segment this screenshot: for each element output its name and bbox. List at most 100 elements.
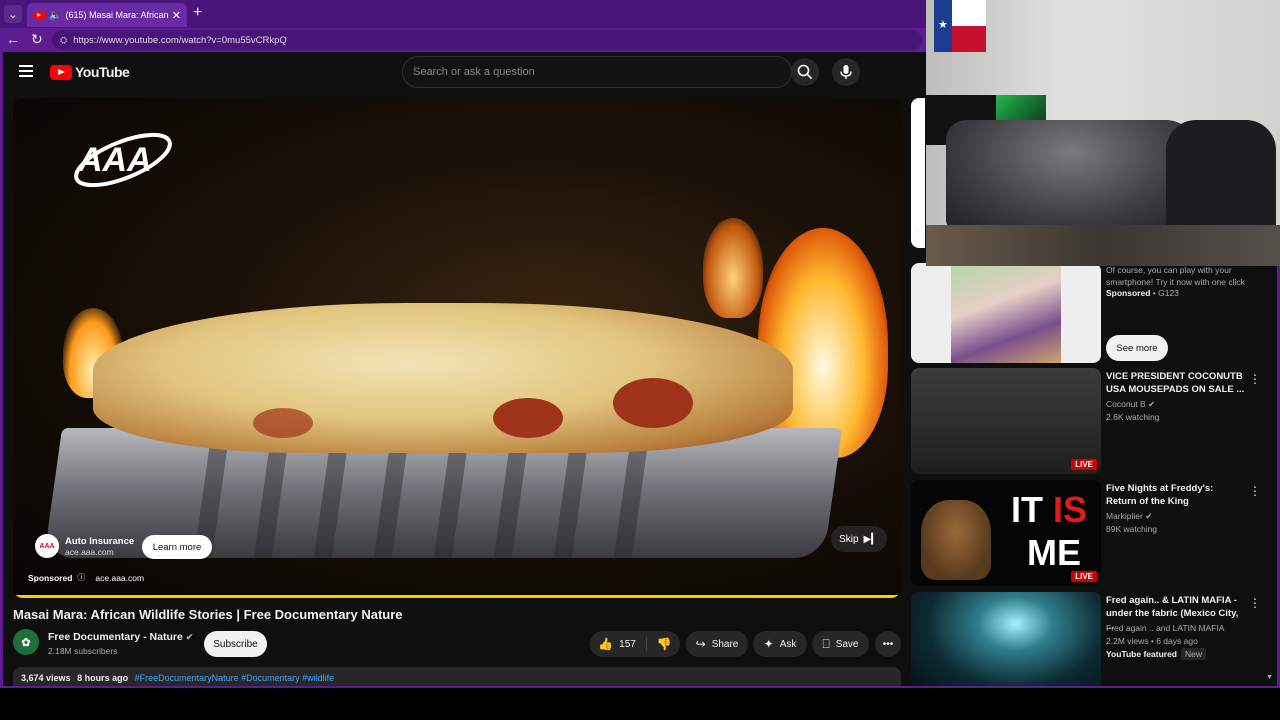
youtube-logo-text: YouTube <box>75 64 130 80</box>
ad-domain[interactable]: ace.aaa.com <box>65 547 134 557</box>
rec-title[interactable]: Five Nights at Freddy's: Return of the K… <box>1106 482 1246 508</box>
aaa-logo: AAA <box>74 132 172 188</box>
app-root: ⌄ 🔈 (615) Masai Mara: African Wi ✕ + ← ↻… <box>0 0 1280 720</box>
ask-button[interactable]: ✦ Ask <box>753 631 807 657</box>
learn-more-button[interactable]: Learn more <box>142 535 212 559</box>
skip-label: Skip <box>839 533 859 545</box>
microphone-icon <box>840 65 852 79</box>
new-badge: New <box>1181 648 1207 660</box>
thumb-text-is: IS <box>1053 489 1088 530</box>
view-count: 3,674 views <box>21 673 71 683</box>
more-vertical-icon[interactable]: ⋮ <box>1249 596 1261 610</box>
ask-label: Ask <box>779 638 797 650</box>
share-icon: ↪ <box>695 637 706 651</box>
lasagna <box>93 303 793 453</box>
more-vertical-icon[interactable]: ⋮ <box>1249 484 1261 498</box>
upload-age: 8 hours ago <box>77 673 129 683</box>
sidebar-chip-partial[interactable]: A <box>914 226 920 236</box>
rec-channel[interactable]: Fred again .. and LATIN MAFIA <box>1106 623 1224 633</box>
sidebar-ad-sponsored: Sponsored <box>1106 288 1151 298</box>
voice-search-button[interactable] <box>832 58 860 86</box>
sponsored-label: Sponsored <box>28 572 73 583</box>
like-button[interactable]: 👍 157 <box>598 637 647 651</box>
more-vertical-icon[interactable]: ⋮ <box>1249 372 1261 386</box>
flame-back <box>703 218 763 318</box>
bed <box>946 120 1196 230</box>
more-actions-button[interactable]: ••• <box>875 631 901 657</box>
menu-icon[interactable] <box>19 65 33 77</box>
anime-art <box>951 263 1061 363</box>
tab-title: (615) Masai Mara: African Wi <box>65 10 168 20</box>
hashtags[interactable]: #FreeDocumentaryNature #Documentary #wil… <box>135 673 335 683</box>
like-count: 157 <box>619 638 636 650</box>
live-badge: LIVE <box>1071 459 1097 470</box>
list-item[interactable]: Fred again.. & LATIN MAFIA - under the f… <box>911 592 1277 686</box>
verified-icon: ✔ <box>185 632 194 642</box>
save-button[interactable]: ⎕ Save <box>812 631 869 657</box>
sidebar-ad-text[interactable]: Of course, you can play with your smartp… <box>1106 264 1266 288</box>
floor <box>926 225 1280 266</box>
video-thumbnail[interactable] <box>911 592 1101 686</box>
site-info-icon[interactable]: ⛭ <box>60 35 67 46</box>
rec-channel-text[interactable]: Coconut B <box>1106 399 1146 409</box>
scroll-down-arrow-icon[interactable]: ▼ <box>1266 674 1273 681</box>
tab-active[interactable]: 🔈 (615) Masai Mara: African Wi ✕ <box>27 3 187 27</box>
rec-channel[interactable]: Coconut B ✔ <box>1106 399 1155 410</box>
new-tab-icon[interactable]: + <box>193 4 202 22</box>
ad-info-icon[interactable]: ⓘ <box>77 572 85 583</box>
svg-text:AAA: AAA <box>77 141 152 179</box>
speaker-icon[interactable]: 🔈 <box>49 10 61 21</box>
youtube-logo[interactable]: YouTube <box>50 64 130 80</box>
thumb-text-it: IT <box>1011 489 1043 530</box>
ad-progress-fill <box>13 595 901 598</box>
see-more-button[interactable]: See more <box>1106 335 1168 361</box>
sidebar-ad-thumbnail[interactable] <box>911 263 1101 363</box>
description-box[interactable]: 3,674 views 8 hours ago #FreeDocumentary… <box>13 667 901 686</box>
advertiser-avatar[interactable]: AAA <box>35 534 59 558</box>
ad-progress-bar[interactable] <box>13 595 901 598</box>
video-title: Masai Mara: African Wildlife Stories | F… <box>13 607 403 622</box>
thumb-text-it-is: IT IS <box>1011 490 1087 530</box>
list-item[interactable]: LIVE VICE PRESIDENT COCONUTB USA MOUSEPA… <box>911 368 1277 474</box>
channel-name-text[interactable]: Free Documentary - Nature <box>48 631 183 643</box>
subscribe-button[interactable]: Subscribe <box>204 631 267 657</box>
ad-card[interactable]: AAA Auto Insurance ace.aaa.com <box>35 534 134 558</box>
like-dislike-group: 👍 157 👎 <box>590 631 680 657</box>
tab-list-chevron-icon[interactable]: ⌄ <box>4 5 22 23</box>
rec-featured-row: YouTube featured New <box>1106 648 1207 660</box>
sidebar-ad-advertiser: G123 <box>1158 288 1179 298</box>
sponsored-row: Sponsored ⓘ ace.aaa.com <box>28 572 144 583</box>
address-bar[interactable]: ⛭ https://www.youtube.com/watch?v=0mu55v… <box>52 30 922 50</box>
video-thumbnail[interactable]: LIVE <box>911 368 1101 474</box>
channel-name[interactable]: Free Documentary - Nature ✔ <box>48 631 193 643</box>
rec-title[interactable]: VICE PRESIDENT COCONUTB USA MOUSEPADS ON… <box>1106 370 1246 396</box>
bookmark-icon: ⎕ <box>822 636 830 651</box>
share-label: Share <box>711 638 739 650</box>
save-label: Save <box>835 638 859 650</box>
video-player[interactable]: AAA AAA Auto Insurance ace.aaa.com Learn… <box>13 98 901 598</box>
close-tab-icon[interactable]: ✕ <box>172 9 181 22</box>
video-thumbnail[interactable]: IT IS ME LIVE <box>911 480 1101 586</box>
youtube-play-icon <box>50 64 72 80</box>
list-item[interactable]: IT IS ME LIVE Five Nights at Freddy's: R… <box>911 480 1277 586</box>
rec-meta: 2.6K watching <box>1106 412 1160 422</box>
reload-icon[interactable]: ↻ <box>31 31 43 48</box>
thumb-text-me: ME <box>1027 532 1081 573</box>
thumbs-down-icon: 👎 <box>656 637 672 651</box>
dislike-button[interactable]: 👎 <box>647 637 672 651</box>
rec-channel-text[interactable]: Markiplier <box>1106 511 1143 521</box>
sparkle-icon: ✦ <box>763 637 774 651</box>
search-input[interactable]: Search or ask a question <box>402 56 792 88</box>
skip-next-icon: ▶▎ <box>863 533 879 545</box>
back-arrow-icon[interactable]: ← <box>6 31 20 47</box>
rec-meta: 89K watching <box>1106 524 1158 534</box>
skip-ad-button[interactable]: Skip ▶▎ <box>831 526 887 552</box>
sponsored-domain[interactable]: ace.aaa.com <box>95 573 144 583</box>
search-icon <box>797 64 813 80</box>
ad-title[interactable]: Auto Insurance <box>65 536 134 547</box>
channel-avatar[interactable]: ✿ <box>13 629 39 655</box>
share-button[interactable]: ↪ Share <box>686 631 748 657</box>
rec-channel[interactable]: Markiplier ✔ <box>1106 511 1152 522</box>
search-button[interactable] <box>791 58 819 86</box>
youtube-featured-label: YouTube featured <box>1106 649 1177 659</box>
